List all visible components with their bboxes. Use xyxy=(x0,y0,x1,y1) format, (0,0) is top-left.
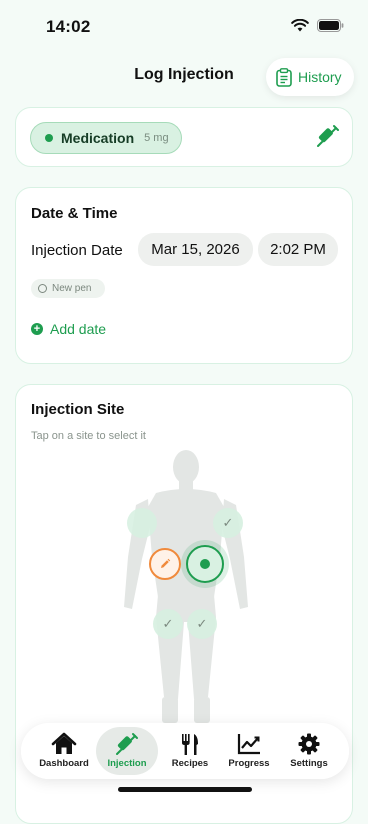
body-figure xyxy=(124,450,248,723)
tab-settings-label: Settings xyxy=(290,758,328,769)
history-button[interactable]: History xyxy=(266,58,354,96)
date-time-card: Date & Time Injection Date Mar 15, 2026 … xyxy=(15,187,353,364)
status-time: 14:02 xyxy=(46,17,91,36)
add-date-button[interactable]: + Add date xyxy=(31,321,106,337)
injection-site-title: Injection Site xyxy=(31,401,125,418)
tab-progress-label: Progress xyxy=(228,758,270,769)
home-indicator xyxy=(118,787,252,792)
check-icon: ✓ xyxy=(196,616,208,631)
medication-card: Medication 5 mg xyxy=(15,107,353,167)
syringe-icon xyxy=(115,732,139,756)
site-right-thigh[interactable]: ✓ xyxy=(187,609,217,639)
battery-icon xyxy=(317,19,344,32)
tab-dashboard-label: Dashboard xyxy=(39,758,89,769)
check-icon: ✓ xyxy=(162,616,174,631)
fork-knife-icon xyxy=(179,732,201,756)
medication-chip[interactable]: Medication 5 mg xyxy=(30,122,182,154)
new-pen-circle-icon xyxy=(38,284,47,293)
tab-dashboard[interactable]: Dashboard xyxy=(33,727,95,775)
status-icons xyxy=(291,19,344,32)
wifi-icon xyxy=(291,19,309,32)
pencil-icon xyxy=(161,558,171,568)
date-picker[interactable]: Mar 15, 2026 xyxy=(138,233,253,266)
chart-icon xyxy=(236,732,262,756)
new-pen-label: New pen xyxy=(52,283,92,294)
site-left-upper-arm[interactable] xyxy=(127,508,157,538)
home-icon xyxy=(51,732,77,756)
injection-date-label: Injection Date xyxy=(31,242,123,259)
date-time-title: Date & Time xyxy=(31,205,118,222)
gear-icon xyxy=(297,732,321,756)
medication-dose: 5 mg xyxy=(144,132,169,144)
clipboard-icon xyxy=(276,67,292,87)
syringe-icon xyxy=(317,125,339,147)
add-date-label: Add date xyxy=(50,321,107,337)
syringe-button[interactable] xyxy=(316,124,340,153)
tab-injection[interactable]: Injection xyxy=(96,727,158,775)
tab-injection-label: Injection xyxy=(107,758,147,769)
selected-dot xyxy=(200,559,210,569)
check-icon: ✓ xyxy=(222,515,234,530)
site-left-thigh[interactable]: ✓ xyxy=(153,609,183,639)
site-left-abdomen[interactable] xyxy=(149,548,181,580)
tab-settings[interactable]: Settings xyxy=(278,727,340,775)
tab-recipes-label: Recipes xyxy=(171,758,209,769)
status-bar: 14:02 xyxy=(0,0,368,54)
plus-circle-icon: + xyxy=(31,323,43,335)
history-label: History xyxy=(298,69,342,85)
medication-name: Medication xyxy=(61,130,135,146)
tab-recipes[interactable]: Recipes xyxy=(159,727,221,775)
medication-dot xyxy=(45,134,53,142)
new-pen-toggle[interactable]: New pen xyxy=(31,279,105,298)
injection-site-subtitle: Tap on a site to select it xyxy=(31,430,146,442)
site-right-abdomen[interactable] xyxy=(186,545,224,583)
tab-progress[interactable]: Progress xyxy=(218,727,280,775)
tab-bar: Dashboard Injection Recipes Progress Set… xyxy=(21,723,349,779)
time-picker[interactable]: 2:02 PM xyxy=(258,233,338,266)
site-right-upper-arm[interactable]: ✓ xyxy=(213,508,243,538)
